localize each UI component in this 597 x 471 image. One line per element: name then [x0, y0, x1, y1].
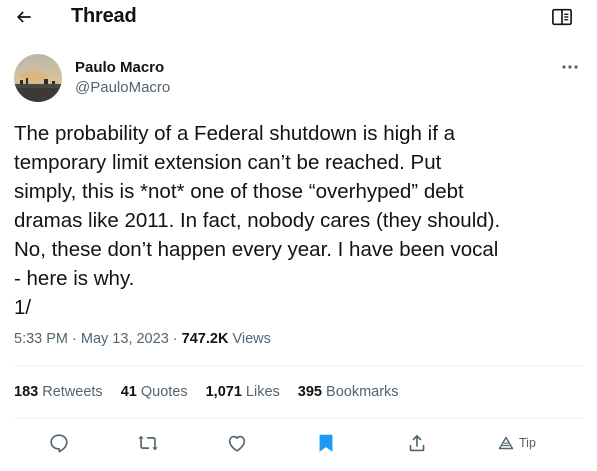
share-upload-icon: [409, 434, 425, 452]
top-bar: Thread: [0, 0, 597, 34]
tweet-meta: 5:33 PM · May 13, 2023 · 747.2K Views: [14, 331, 271, 347]
tweet-line: simply, this is *not* one of those “over…: [14, 180, 464, 203]
divider: [14, 418, 584, 419]
open-book-icon: [552, 8, 572, 26]
bookmarks-label: Bookmarks: [322, 384, 399, 400]
tweet-text: The probability of a Federal shutdown is…: [14, 119, 584, 322]
tweet-line: dramas like 2011. In fact, nobody cares …: [14, 209, 501, 232]
reply-button[interactable]: [46, 430, 72, 456]
views-label: Views: [228, 331, 271, 347]
meta-separator: ·: [168, 331, 182, 347]
tip-triangle-icon: [498, 436, 514, 450]
tip-label: Tip: [519, 436, 536, 450]
retweets-stat[interactable]: 183 Retweets: [14, 384, 103, 400]
likes-count: 1,071: [205, 384, 242, 400]
speech-bubble-icon: [50, 434, 68, 453]
tweet-line: - here is why.: [14, 267, 135, 290]
views-count: 747.2K: [181, 331, 229, 347]
meta-separator: ·: [68, 331, 81, 347]
back-button[interactable]: [12, 6, 36, 28]
quotes-stat[interactable]: 41 Quotes: [121, 384, 188, 400]
tweet-line: 1/: [14, 296, 32, 319]
share-button[interactable]: [404, 430, 430, 456]
retweet-button[interactable]: [135, 430, 161, 456]
tweet-line: The probability of a Federal shutdown is…: [14, 122, 456, 145]
divider: [14, 365, 584, 366]
engagement-stats: 183 Retweets 41 Quotes 1,071 Likes 395 B…: [14, 384, 399, 400]
tweet-time[interactable]: 5:33 PM: [14, 331, 68, 347]
retweets-label: Retweets: [38, 384, 103, 400]
bookmark-button[interactable]: [313, 430, 339, 456]
bookmark-filled-icon: [319, 434, 333, 452]
author-handle[interactable]: @PauloMacro: [75, 79, 170, 96]
action-bar: Tip: [0, 428, 597, 458]
quotes-label: Quotes: [136, 384, 188, 400]
quotes-count: 41: [120, 384, 137, 400]
retweet-arrows-icon: [138, 435, 158, 451]
likes-stat[interactable]: 1,071 Likes: [206, 384, 280, 400]
tip-button[interactable]: Tip: [498, 432, 536, 454]
retweets-count: 183: [14, 384, 39, 400]
avatar-photo: [14, 54, 62, 102]
like-button[interactable]: [224, 430, 250, 456]
likes-label: Likes: [241, 384, 280, 400]
more-options-button[interactable]: [558, 58, 582, 76]
more-dots-icon: [562, 65, 578, 69]
avatar[interactable]: [14, 54, 62, 102]
heart-icon: [228, 435, 246, 452]
reader-mode-button[interactable]: [550, 6, 574, 28]
bookmarks-count: 395: [297, 384, 322, 400]
arrow-left-icon: [16, 11, 31, 23]
bookmarks-stat[interactable]: 395 Bookmarks: [298, 384, 399, 400]
tweet-date[interactable]: May 13, 2023: [81, 331, 169, 347]
tweet-line: temporary limit extension can’t be reach…: [14, 151, 442, 174]
page-title: Thread: [71, 5, 137, 27]
author-name[interactable]: Paulo Macro: [75, 59, 164, 76]
tweet-line: No, these don’t happen every year. I hav…: [14, 238, 499, 261]
